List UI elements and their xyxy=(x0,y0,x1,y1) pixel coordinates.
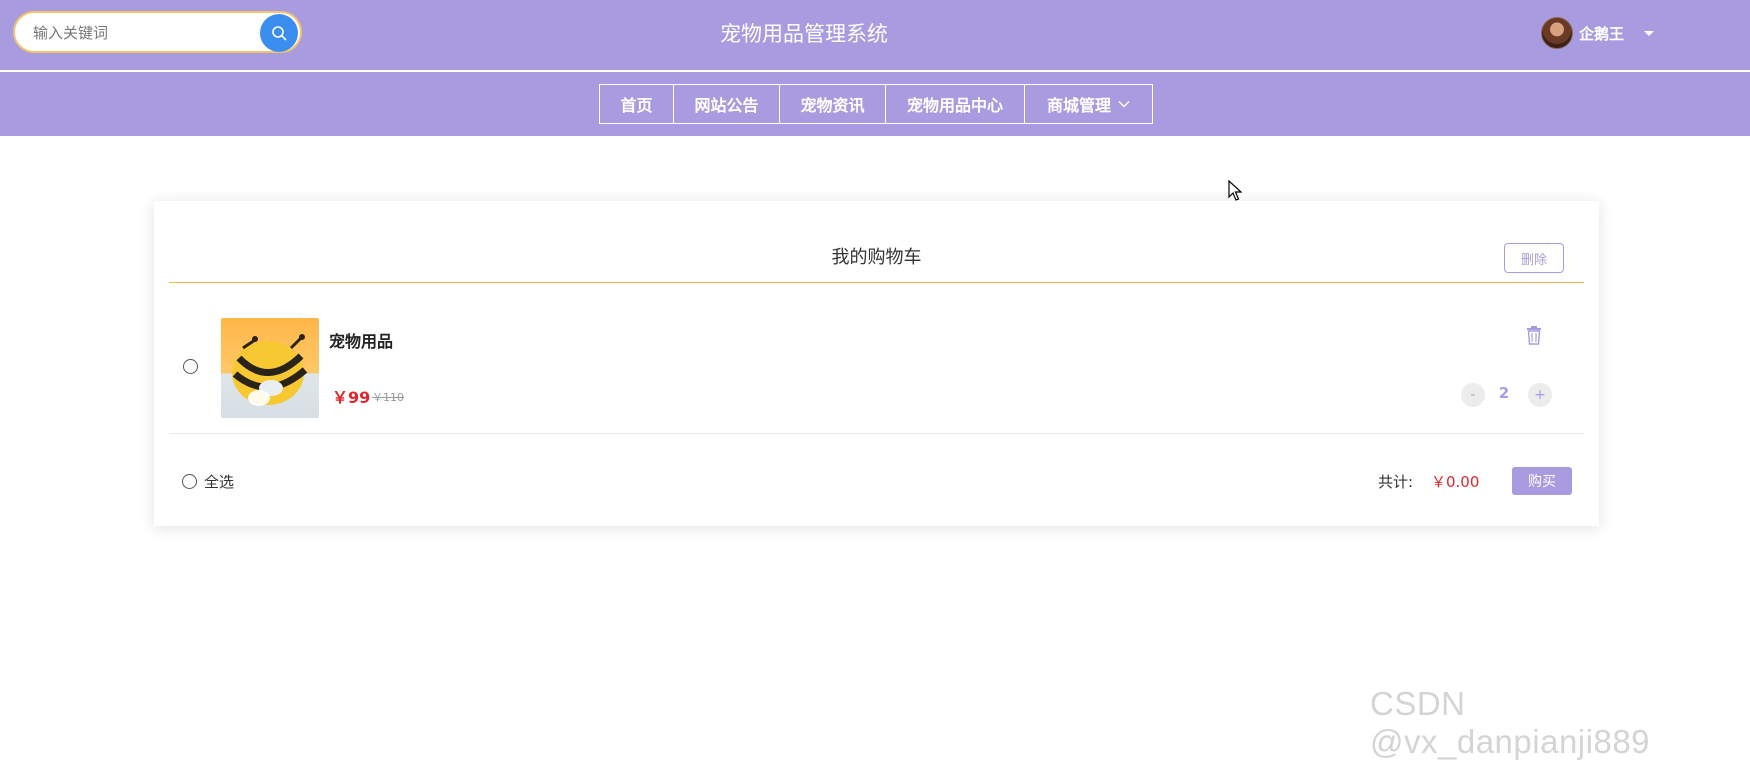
select-all-radio[interactable] xyxy=(182,474,197,489)
product-price: ￥99 xyxy=(332,388,371,407)
nav-item-label: 首页 xyxy=(620,96,653,115)
quantity-increase-button[interactable]: + xyxy=(1528,383,1552,407)
product-image xyxy=(221,318,319,418)
nav-item-label: 商城管理 xyxy=(1046,96,1111,115)
quantity-value: 2 xyxy=(1498,384,1510,402)
product-name: 宠物用品 xyxy=(329,332,394,351)
quantity-decrease-button[interactable]: - xyxy=(1461,383,1485,407)
nav-item-announcements[interactable]: 网站公告 xyxy=(673,84,780,124)
title-divider xyxy=(169,282,1584,283)
total-label: 共计: xyxy=(1378,473,1414,491)
product-original-price: ￥110 xyxy=(372,391,404,404)
nav-item-pet-news[interactable]: 宠物资讯 xyxy=(779,84,886,124)
delete-button[interactable]: 删除 xyxy=(1504,243,1564,273)
bee-toy-image xyxy=(232,334,308,406)
buy-button[interactable]: 购买 xyxy=(1512,467,1572,495)
avatar xyxy=(1541,17,1573,49)
mouse-cursor-icon xyxy=(1228,180,1242,201)
item-divider xyxy=(169,433,1584,434)
nav-item-shop-management[interactable]: 商城管理 xyxy=(1024,84,1153,124)
item-select-radio[interactable] xyxy=(183,359,198,374)
user-name: 企鹅王 xyxy=(1579,24,1625,43)
search-icon xyxy=(272,26,287,41)
nav-item-label: 网站公告 xyxy=(694,96,759,115)
total-value: ￥0.00 xyxy=(1431,473,1480,491)
cart-panel: 我的购物车 删除 宠物用品 ￥99 ￥110 - 2 + 全选 共计: ￥0.0… xyxy=(154,201,1599,526)
select-all-label: 全选 xyxy=(204,473,235,491)
nav-bar: 首页 网站公告 宠物资讯 宠物用品中心 商城管理 xyxy=(0,72,1750,136)
nav-item-label: 宠物用品中心 xyxy=(906,96,1003,115)
caret-down-icon xyxy=(1644,30,1655,36)
site-title: 宠物用品管理系统 xyxy=(720,22,888,46)
cart-title: 我的购物车 xyxy=(831,247,922,268)
search-box xyxy=(13,11,302,53)
search-input[interactable] xyxy=(31,13,255,53)
search-button[interactable] xyxy=(260,14,298,52)
chevron-down-icon xyxy=(1118,101,1130,108)
watermark: CSDN @vx_danpianji889 xyxy=(1370,685,1651,760)
user-menu[interactable]: 企鹅王 xyxy=(1541,17,1655,49)
top-header: 宠物用品管理系统 企鹅王 xyxy=(0,0,1750,72)
trash-icon[interactable] xyxy=(1526,325,1542,345)
nav-item-pet-supplies[interactable]: 宠物用品中心 xyxy=(885,84,1025,124)
nav-list: 首页 网站公告 宠物资讯 宠物用品中心 商城管理 xyxy=(599,84,1153,124)
nav-item-home[interactable]: 首页 xyxy=(599,84,674,124)
nav-item-label: 宠物资讯 xyxy=(800,96,865,115)
